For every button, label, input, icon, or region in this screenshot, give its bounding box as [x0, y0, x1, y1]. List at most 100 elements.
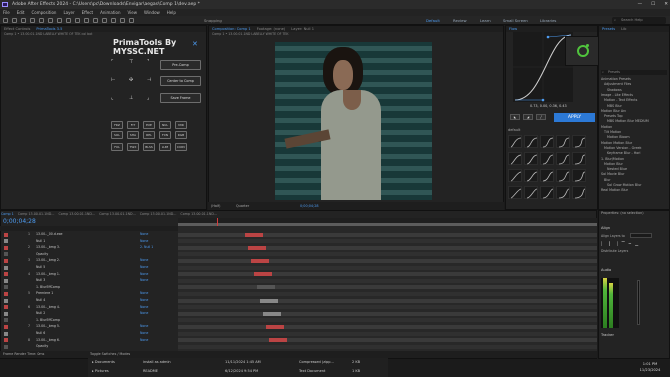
layer-label-color[interactable] — [4, 252, 8, 257]
align-top-icon[interactable]: ▔ — [622, 241, 625, 247]
brush-tool-icon[interactable] — [93, 18, 98, 23]
anchor-bottom-icon[interactable]: ⊥ — [129, 96, 134, 101]
ease-preset-thumbnail[interactable] — [556, 135, 570, 148]
layer-keyframe-bar[interactable] — [266, 324, 284, 329]
ease-preset-thumbnail[interactable] — [540, 186, 554, 199]
workspace-review[interactable]: Review — [453, 17, 467, 24]
timeline-tab[interactable]: Comp 13.00.01.1ND... — [58, 211, 95, 217]
ease-preset-thumbnail[interactable] — [540, 135, 554, 148]
layer-parent-select[interactable]: None — [140, 291, 148, 296]
preset-list-item[interactable]: Adjustment Files — [604, 82, 631, 86]
tab-presets[interactable]: Presets — [602, 26, 615, 32]
anchor-center-icon[interactable]: ✣ — [129, 78, 134, 83]
ease-preset-thumbnail[interactable] — [572, 152, 586, 165]
layer-track-bar[interactable] — [178, 245, 597, 250]
ease-preset-thumbnail[interactable] — [524, 186, 538, 199]
layer-label-color[interactable] — [4, 258, 8, 263]
timeline-layer-row[interactable]: 1. BlurEffComp — [0, 285, 178, 290]
comp-viewer-image[interactable] — [275, 42, 432, 200]
save-frame-button[interactable]: Save Frame — [160, 93, 201, 103]
layer-name[interactable]: Null 5 — [36, 265, 45, 270]
flow-coords[interactable]: 0.73, 0.00, 0.36, 0.43 — [530, 104, 567, 108]
ease-preset-thumbnail[interactable] — [508, 152, 522, 165]
pen-tool-icon[interactable] — [75, 18, 80, 23]
timeline-timecode[interactable]: 0;00;04;28 — [3, 218, 36, 225]
timeline-tab[interactable]: Comp 13.00.01.1ND... — [140, 211, 177, 217]
layer-parent-select[interactable]: None — [140, 232, 148, 237]
layer-parent-select[interactable]: None — [140, 258, 148, 263]
preset-list-item[interactable]: MBS Motion Blur MEDIUM — [607, 119, 649, 123]
layer-name[interactable]: Null 2 — [36, 311, 45, 316]
preset-list-item[interactable]: Shadows — [607, 88, 622, 92]
layer-track-bar[interactable] — [178, 324, 597, 329]
align-right-icon[interactable]: ▕ — [615, 241, 618, 247]
layer-parent-select[interactable]: None — [140, 305, 148, 310]
explorer-nav-documents[interactable]: ▸ Documents — [92, 359, 115, 365]
anchor-bottom-right-icon[interactable]: ⌟ — [147, 96, 152, 101]
minimize-icon[interactable]: — — [638, 0, 643, 9]
align-bottom-icon[interactable]: ▁ — [635, 241, 638, 247]
primatools-curv-button[interactable]: CURV — [175, 143, 187, 151]
ease-preset-thumbnail[interactable] — [508, 135, 522, 148]
zoom-tool-icon[interactable] — [30, 18, 35, 23]
anchor-bottom-left-icon[interactable]: ⌞ — [111, 96, 116, 101]
layer-keyframe-bar[interactable] — [254, 272, 272, 277]
primatools-fit-button[interactable]: FIT — [127, 121, 139, 129]
align-center-h-icon[interactable]: ┃ — [608, 241, 610, 247]
layer-label-color[interactable] — [4, 331, 8, 336]
layer-name[interactable]: 13.00.._bmg 6. — [36, 338, 60, 343]
menu-item-effect[interactable]: Effect — [82, 9, 94, 16]
menu-item-edit[interactable]: Edit — [17, 9, 25, 16]
ease-preset-thumbnail[interactable] — [556, 186, 570, 199]
layer-track-bar[interactable] — [178, 285, 597, 290]
preset-list-item[interactable]: Tilt Motion — [604, 130, 621, 134]
primatools-fxn-button[interactable]: FXN — [159, 131, 171, 139]
preset-list-item[interactable]: Blur — [604, 178, 611, 182]
layer-name[interactable]: Null 3 — [36, 278, 45, 283]
layer-parent-select[interactable]: None — [140, 278, 148, 283]
tab-layer[interactable]: Layer: Null 1 — [291, 26, 314, 32]
layer-keyframe-bar[interactable] — [263, 311, 281, 316]
timeline-layer-row[interactable]: 3 13.00.._bmg 2. None — [0, 258, 178, 263]
preset-list-item[interactable]: Animation Presets — [601, 77, 631, 81]
anchor-right-icon[interactable]: ⊣ — [147, 78, 152, 83]
layer-name[interactable]: 1. BlurEffComp — [36, 285, 60, 290]
timeline-layer-row[interactable]: Null 2 None — [0, 311, 178, 316]
layer-name[interactable]: 13.00.._bmg 1. — [36, 272, 60, 277]
preset-list-item[interactable]: Motion Bloom — [607, 135, 630, 139]
layer-name[interactable]: 13.00.._bmg 4. — [36, 305, 60, 310]
preset-list-item[interactable]: Sol Grow Motion Blur — [607, 183, 642, 187]
timeline-layer-row[interactable]: Opacity — [0, 344, 178, 349]
layer-track-bar[interactable] — [178, 291, 597, 296]
layer-parent-select[interactable]: None — [140, 298, 148, 303]
timeline-layer-row[interactable]: Null 4 None — [0, 298, 178, 303]
primatools-twx-button[interactable]: TWX — [127, 143, 139, 151]
timeline-layer-row[interactable]: Null 3 None — [0, 278, 178, 283]
menu-item-window[interactable]: Window — [144, 9, 160, 16]
layer-track-bar[interactable] — [178, 318, 597, 323]
preset-list-item[interactable]: Image - Lite Effects — [601, 93, 633, 97]
menu-item-file[interactable]: File — [3, 9, 10, 16]
layer-parent-select[interactable]: None — [140, 265, 148, 270]
layer-parent-select[interactable]: None — [140, 239, 148, 244]
roto-brush-tool-icon[interactable] — [120, 18, 125, 23]
layer-parent-select[interactable]: None — [140, 272, 148, 277]
menu-item-animation[interactable]: Animation — [100, 9, 120, 16]
timeline-layer-row[interactable]: Opacity — [0, 252, 178, 257]
layer-name[interactable]: Null 4 — [36, 298, 45, 303]
preset-list-item[interactable]: Motion Version - Greek — [604, 146, 641, 150]
maximize-icon[interactable]: ☐ — [651, 0, 655, 9]
layer-parent-select[interactable]: None — [140, 331, 148, 336]
layer-keyframe-bar[interactable] — [251, 258, 269, 263]
layer-label-color[interactable] — [4, 344, 8, 349]
anchor-top-right-icon[interactable]: ⌝ — [147, 60, 152, 65]
primatools-sha-button[interactable]: SHA — [127, 131, 139, 139]
layer-label-color[interactable] — [4, 324, 8, 329]
layer-label-color[interactable] — [4, 239, 8, 244]
layer-label-color[interactable] — [4, 291, 8, 296]
flow-ease-out-button[interactable]: ◢ — [523, 114, 533, 120]
layer-name[interactable]: 1. BlurEffComp — [36, 318, 60, 323]
preset-list-item[interactable]: Nested Blue — [607, 167, 627, 171]
layer-label-color[interactable] — [4, 298, 8, 303]
presets-search-input[interactable]: ⌕ Presets — [601, 70, 667, 75]
